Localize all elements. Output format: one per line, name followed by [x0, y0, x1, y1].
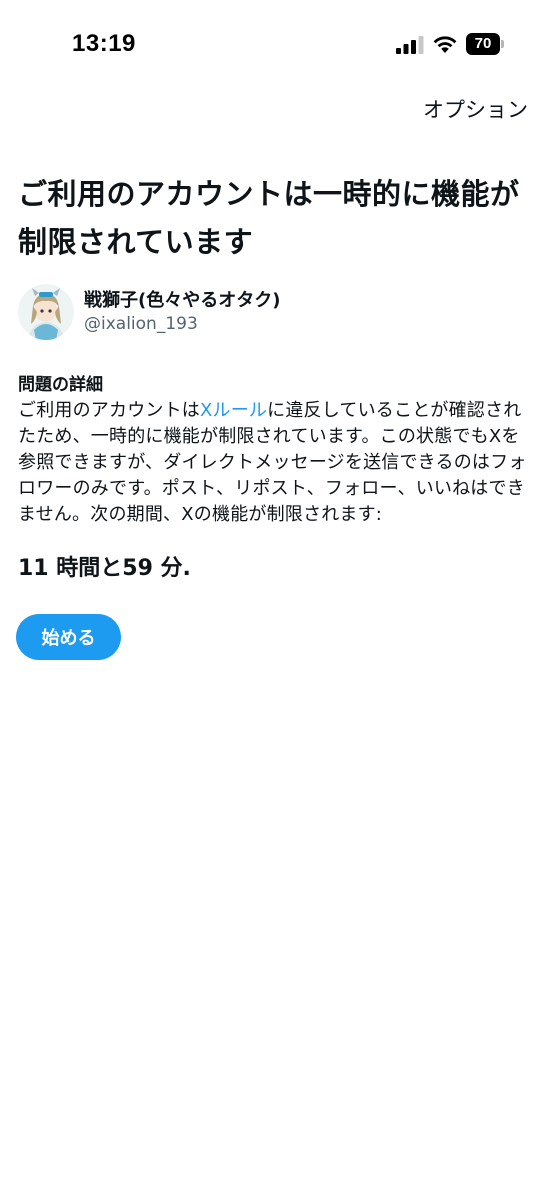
display-name: 戦獅子(色々やるオタク) — [84, 290, 281, 311]
cellular-signal-icon — [396, 36, 424, 54]
wifi-icon — [433, 36, 457, 53]
battery-indicator: 70 — [466, 33, 504, 55]
account-handle: @ixalion_193 — [84, 314, 198, 334]
status-bar: 13:19 70 — [0, 0, 552, 90]
avatar — [18, 284, 74, 340]
battery-level: 70 — [466, 33, 500, 55]
restriction-countdown: 11 時間と59 分. — [18, 556, 191, 581]
details-text: ご利用のアカウントはXルールに違反していることが確認されたため、一時的に機能が制… — [18, 398, 534, 528]
start-button[interactable]: 始める — [16, 614, 121, 660]
page-title: ご利用のアカウントは一時的に機能が制限されています — [18, 177, 520, 259]
x-rules-link[interactable]: Xルール — [200, 400, 267, 421]
battery-cap — [501, 40, 504, 48]
details-text-before-link: ご利用のアカウントは — [18, 400, 200, 421]
account-info: 戦獅子(色々やるオタク) @ixalion_193 — [18, 284, 538, 344]
status-time: 13:19 — [72, 30, 136, 57]
details-heading: 問題の詳細 — [18, 375, 103, 395]
options-button[interactable]: オプション — [423, 94, 528, 124]
